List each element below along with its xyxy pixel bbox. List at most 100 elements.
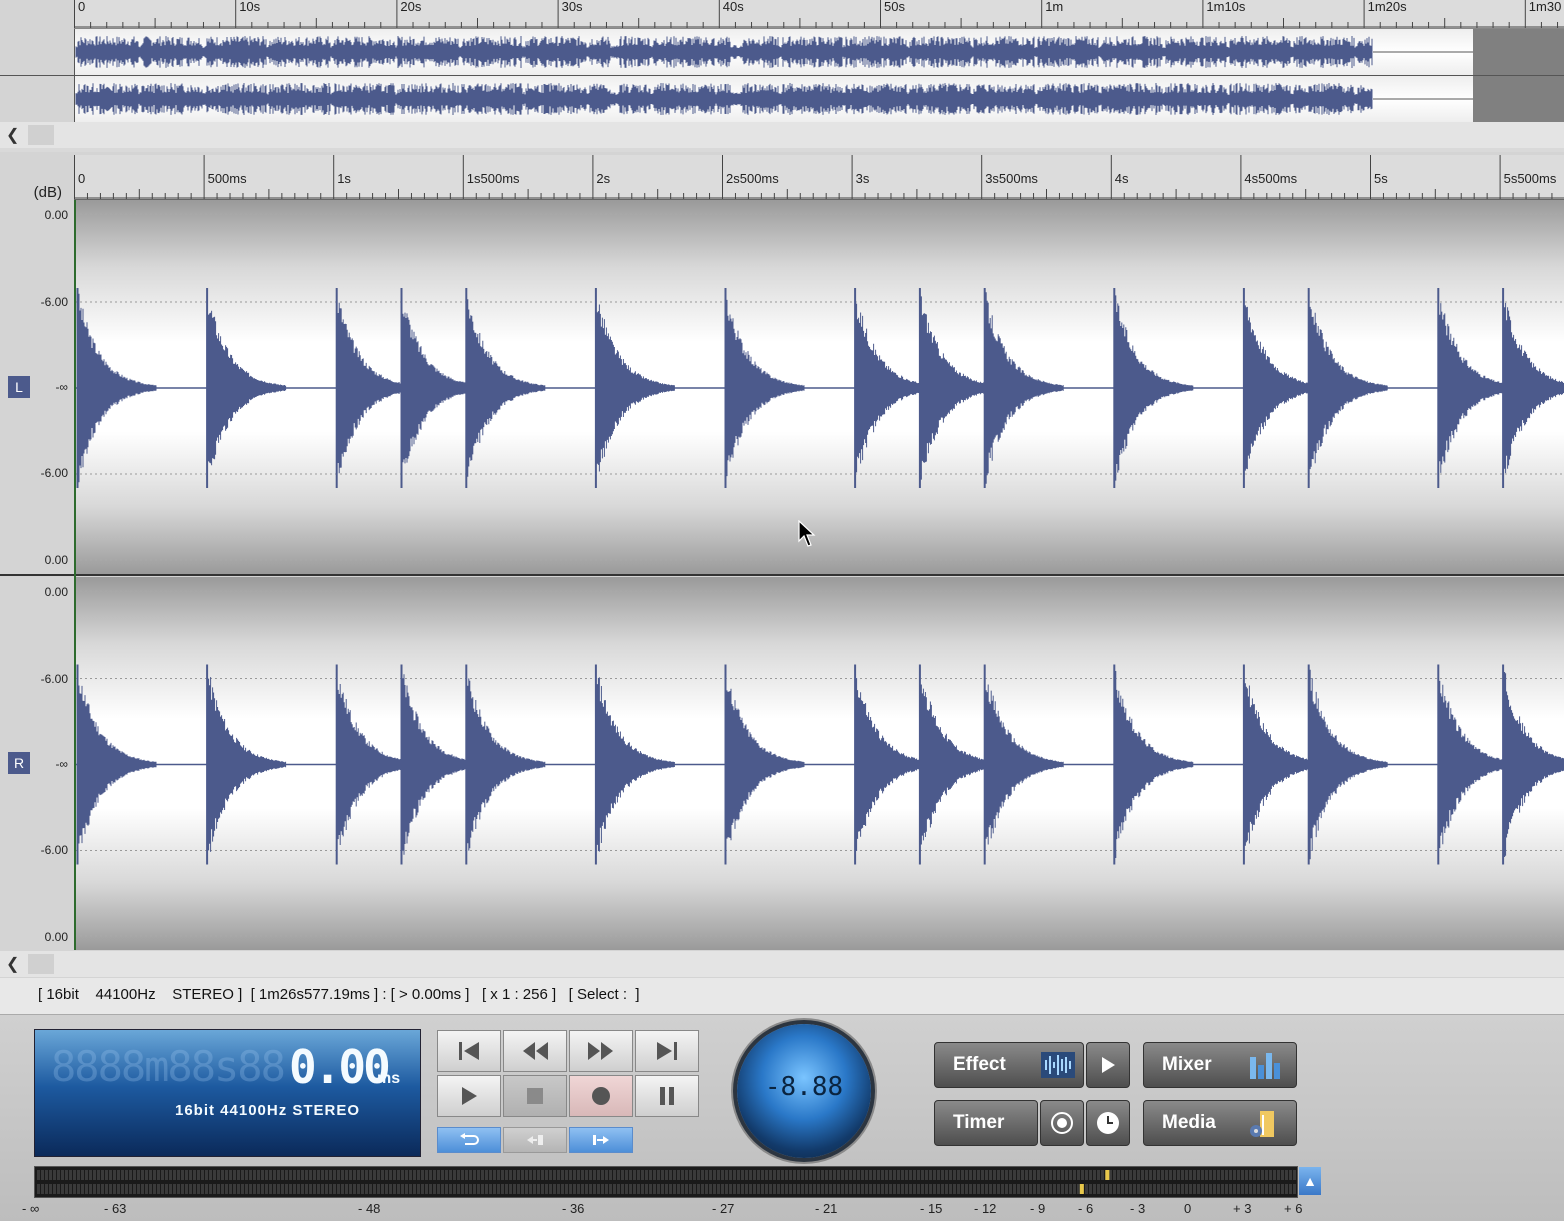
meter-segment (1145, 1184, 1148, 1194)
meter-segment (797, 1170, 800, 1180)
meter-segment (421, 1170, 424, 1180)
meter-segment (857, 1184, 860, 1194)
meter-scale-label: - 3 (1130, 1201, 1146, 1216)
play-icon (1102, 1057, 1115, 1073)
meter-segment (781, 1170, 784, 1180)
meter-segment (1109, 1170, 1112, 1180)
overview-track-right[interactable] (75, 76, 1564, 122)
meter-segment (961, 1170, 964, 1180)
overview-waveform-data (75, 36, 1373, 68)
meter-segment (681, 1170, 684, 1180)
meter-segment (609, 1170, 612, 1180)
meter-segment (81, 1184, 84, 1194)
meter-segment (553, 1170, 556, 1180)
meter-segment (473, 1184, 476, 1194)
effect-play-button[interactable] (1086, 1042, 1130, 1088)
meter-segment (517, 1170, 520, 1180)
meter-segment (349, 1184, 352, 1194)
meter-segment (1269, 1184, 1272, 1194)
meter-segment (541, 1184, 544, 1194)
go-to-end-button[interactable] (635, 1030, 699, 1072)
meter-segment (1185, 1170, 1188, 1180)
meter-segment (713, 1170, 716, 1180)
meter-segment (169, 1184, 172, 1194)
meter-segment (1281, 1184, 1284, 1194)
overview-ruler[interactable]: 0 10s 20s 30s 40s 50s 1m 1m10s 1m20s 1m30 (74, 0, 1564, 29)
meter-segment (609, 1184, 612, 1194)
meter-segment (657, 1170, 660, 1180)
playhead-cursor[interactable] (74, 200, 76, 950)
go-to-start-button[interactable] (437, 1030, 501, 1072)
meter-toggle-button[interactable]: ▲ (1299, 1167, 1321, 1195)
pause-button[interactable] (635, 1075, 699, 1117)
meter-segment (873, 1184, 876, 1194)
rewind-button[interactable] (503, 1030, 567, 1072)
meter-segment (37, 1184, 40, 1194)
meter-segment (989, 1184, 992, 1194)
scroll-left-icon[interactable]: ❮ (6, 954, 19, 974)
meter-segment (1253, 1170, 1256, 1180)
meter-segment (909, 1184, 912, 1194)
meter-segment (497, 1170, 500, 1180)
media-button[interactable]: Media (1143, 1100, 1297, 1146)
meter-segment (605, 1170, 608, 1180)
meter-segment (577, 1170, 580, 1180)
meter-segment (113, 1184, 116, 1194)
meter-segment (729, 1170, 732, 1180)
meter-segment (669, 1184, 672, 1194)
timer-clock-button[interactable] (1086, 1100, 1130, 1146)
mark-out-button[interactable] (569, 1127, 633, 1153)
scroll-left-icon[interactable]: ❮ (6, 125, 19, 145)
record-button[interactable] (569, 1075, 633, 1117)
scroll-thumb[interactable] (28, 125, 54, 145)
timer-button[interactable]: Timer (934, 1100, 1038, 1146)
stop-button[interactable] (503, 1075, 567, 1117)
meter-segment (301, 1170, 304, 1180)
main-scrollbar[interactable]: ❮ (0, 951, 1564, 977)
meter-segment (645, 1184, 648, 1194)
effect-waveform-icon (1041, 1052, 1075, 1078)
ruler-label: 4s (1115, 171, 1129, 186)
mixer-button[interactable]: Mixer (1143, 1042, 1297, 1088)
meter-segment (629, 1184, 632, 1194)
channel-tag-right[interactable]: R (8, 752, 30, 774)
ruler-label: 500ms (208, 171, 248, 186)
meter-segment (673, 1184, 676, 1194)
meter-segment (349, 1170, 352, 1180)
mark-in-button[interactable] (503, 1127, 567, 1153)
meter-segment (793, 1170, 796, 1180)
meter-segment (1205, 1170, 1208, 1180)
meter-segment (449, 1170, 452, 1180)
overview-track-left[interactable] (75, 29, 1564, 75)
effect-button[interactable]: Effect (934, 1042, 1084, 1088)
meter-segment (665, 1184, 668, 1194)
meter-segment (521, 1184, 524, 1194)
meter-segment (497, 1184, 500, 1194)
channel-right-track[interactable] (75, 577, 1564, 950)
scroll-thumb[interactable] (28, 954, 54, 974)
meter-segment (865, 1170, 868, 1180)
meter-segment (405, 1184, 408, 1194)
meter-segment (681, 1184, 684, 1194)
meter-segment (1293, 1170, 1296, 1180)
channel-tag-left[interactable]: L (8, 376, 30, 398)
volume-knob[interactable]: -8.88 (737, 1024, 871, 1158)
meter-segment (89, 1170, 92, 1180)
meter-segment (153, 1184, 156, 1194)
play-button[interactable] (437, 1075, 501, 1117)
overview-scrollbar[interactable]: ❮ (0, 122, 1564, 148)
meter-segment (721, 1170, 724, 1180)
meter-scale-label: 0 (1184, 1201, 1192, 1216)
loop-button[interactable] (437, 1127, 501, 1153)
channel-left-track[interactable] (75, 200, 1564, 574)
meter-segment (61, 1170, 64, 1180)
meter-segment (309, 1170, 312, 1180)
timer-record-button[interactable] (1040, 1100, 1084, 1146)
fast-forward-button[interactable] (569, 1030, 633, 1072)
meter-segment (1217, 1184, 1220, 1194)
meter-segment (981, 1184, 984, 1194)
timeline-ruler[interactable]: 0 500ms 1s 1s500ms 2s 2s500ms 3s 3s500ms 4s 4s500… (74, 155, 1564, 200)
meter-segment (149, 1184, 152, 1194)
meter-segment (641, 1184, 644, 1194)
meter-segment (861, 1184, 864, 1194)
